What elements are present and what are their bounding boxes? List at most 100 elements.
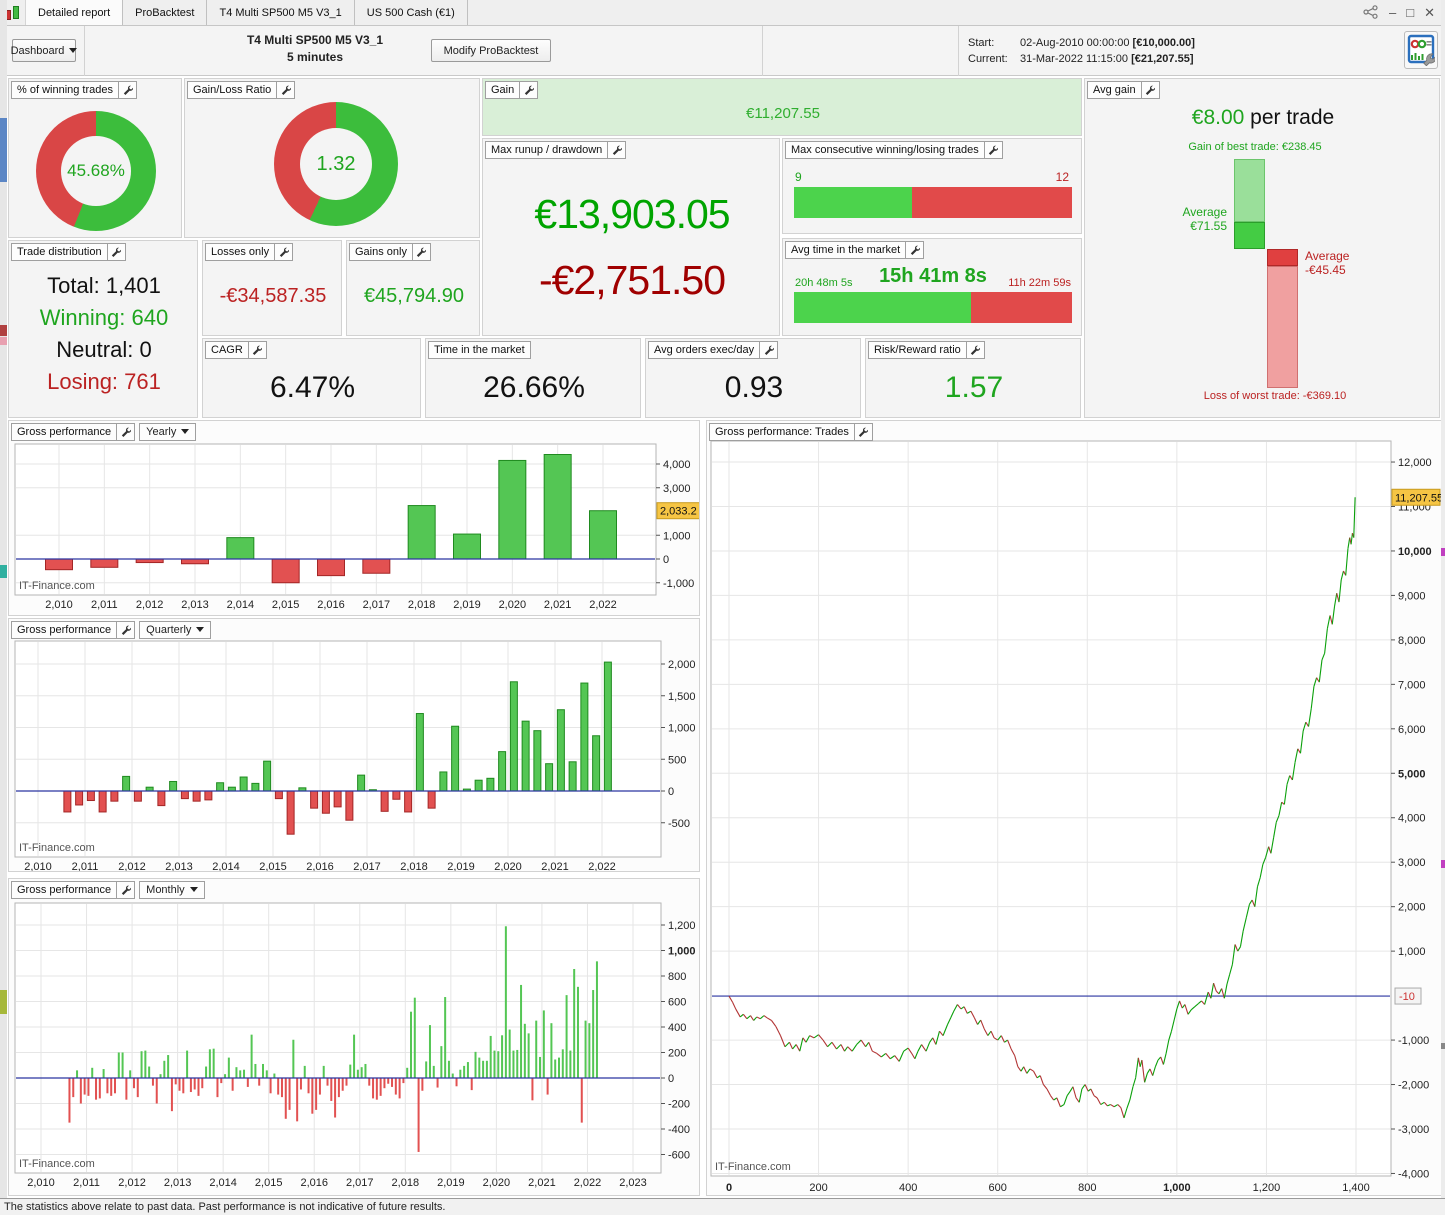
maximize-button[interactable]: □ [1406,6,1414,19]
y-axis-tick-label: 600 [668,997,686,1009]
x-axis-tick-label: 2,014 [212,861,240,871]
y-axis-tick-label: 3,000 [663,483,691,495]
wrench-icon[interactable] [117,881,136,899]
share-icon[interactable] [1363,4,1379,21]
wrench-icon[interactable] [906,241,925,259]
gains-only-value: €45,794.90 [363,285,465,307]
wrench-icon[interactable] [760,341,779,359]
performance-bar [114,1078,116,1094]
time-in-market-value: 26.66% [483,371,585,404]
wrench-icon[interactable] [520,81,539,99]
y-axis-tick-label: 3,000 [1398,857,1426,869]
performance-bar [110,1078,113,1096]
wrench-icon[interactable] [1141,81,1160,99]
current-label: Current: [968,53,1008,65]
wrench-icon[interactable] [277,81,296,99]
wrench-icon[interactable] [854,423,873,441]
performance-bar [181,558,209,565]
tab-instrument[interactable]: US 500 Cash (€1) [355,0,468,25]
consecutive-trades-header: Max consecutive winning/losing trades [785,141,985,159]
performance-bar [546,1078,549,1095]
modify-probacktest-button[interactable]: Modify ProBacktest [431,39,551,62]
trades-performance-header: Gross performance: Trades [709,423,855,441]
x-axis-tick-label: 2,016 [306,861,334,871]
performance-bar [90,558,119,568]
performance-bar [504,926,507,1078]
performance-bar [334,1078,337,1118]
max-consecutive-wins: 9 [795,170,802,184]
monthly-performance-chart: 2,010 2,011 2,012 2,013 2,014 2,015 2,016 2,017… [14,902,696,1189]
performance-bar [417,1078,420,1152]
performance-bar [497,1051,500,1078]
performance-bar [63,790,72,813]
wrench-icon[interactable] [119,81,137,99]
performance-bar [436,1078,439,1088]
performance-bar [470,1078,473,1091]
wrench-icon[interactable] [966,341,985,359]
performance-bar [254,1063,257,1078]
performance-bar [75,790,84,806]
x-axis-tick-label: 2,021 [544,599,572,611]
y-axis-tick-label: -200 [668,1099,690,1111]
performance-bar [170,1078,173,1112]
performance-bar [345,790,354,821]
performance-bar [86,790,95,802]
wrench-icon[interactable] [275,243,294,261]
performance-bar [299,1078,302,1090]
tab-strategy[interactable]: T4 Multi SP500 M5 V3_1 [207,0,355,25]
wrench-icon[interactable] [412,243,431,261]
chevron-down-icon [196,627,205,632]
period-dropdown[interactable]: Quarterly [139,621,212,639]
tab-detailed-report[interactable]: Detailed report [26,0,124,25]
trade-distribution-header: Trade distribution [11,243,108,261]
performance-bar [286,790,295,835]
minimize-button[interactable]: – [1389,6,1396,19]
wrench-icon[interactable] [608,141,627,159]
performance-bar [303,1065,306,1078]
performance-bar [360,1067,363,1078]
performance-bar [216,782,225,792]
yearly-performance-chart: 2,010 2,011 2,012 2,013 2,014 2,015 2,016 2,017… [14,443,699,611]
period-dropdown[interactable]: Monthly [139,881,205,899]
y-axis-tick-label: -400 [668,1124,690,1136]
tab-probacktest[interactable]: ProBacktest [123,0,208,25]
performance-bar [317,558,345,577]
performance-bar [326,1078,329,1086]
performance-bar [205,1066,208,1078]
trade-distribution-panel: Trade distribution Total: 1,401 Winning:… [8,240,198,418]
performance-bar [521,720,530,792]
wrench-icon[interactable] [984,141,1003,159]
x-axis-tick-label: 2,014 [209,1177,237,1189]
wrench-icon[interactable] [117,423,136,441]
performance-bar [379,1078,382,1096]
performance-bar [353,1034,356,1078]
y-axis-tick-label: 1,000 [1398,946,1426,958]
performance-bar [337,1078,340,1098]
performance-bar [356,1069,359,1078]
y-axis-tick-label: 1,000 [668,946,696,958]
x-axis-tick-label: 400 [899,1182,917,1194]
winning-pct-header: % of winning trades [11,81,119,99]
wrench-icon[interactable] [248,341,267,359]
wrench-icon[interactable] [107,243,126,261]
period-dropdown[interactable]: Yearly [139,423,197,441]
close-button[interactable]: ✕ [1424,6,1435,19]
y-axis-tick-label: 4,000 [1398,813,1426,825]
max-consecutive-losses: 12 [1055,170,1069,184]
gain-panel: Gain €11,207.55 [482,78,1082,136]
performance-bar [345,1078,348,1086]
wrench-icon[interactable] [117,621,136,639]
x-axis-tick-label: 2,023 [619,1177,647,1189]
performance-bar [543,454,572,560]
backtest-period-info: Start: 02-Aug-2010 00:00:00 [€10,000.00] … [968,35,1195,67]
performance-bar [231,1078,234,1091]
performance-bar [368,1078,371,1086]
avg-time-bar [794,292,1072,323]
background-window-sliver [0,0,7,1215]
performance-bar [201,1078,204,1089]
dashboard-dropdown[interactable]: Dashboard [11,39,78,62]
y-axis-tick-label: 1,000 [668,723,696,735]
window-controls: – □ ✕ [1363,0,1445,25]
report-settings-icon[interactable] [1404,31,1438,69]
performance-bar [193,1078,196,1090]
